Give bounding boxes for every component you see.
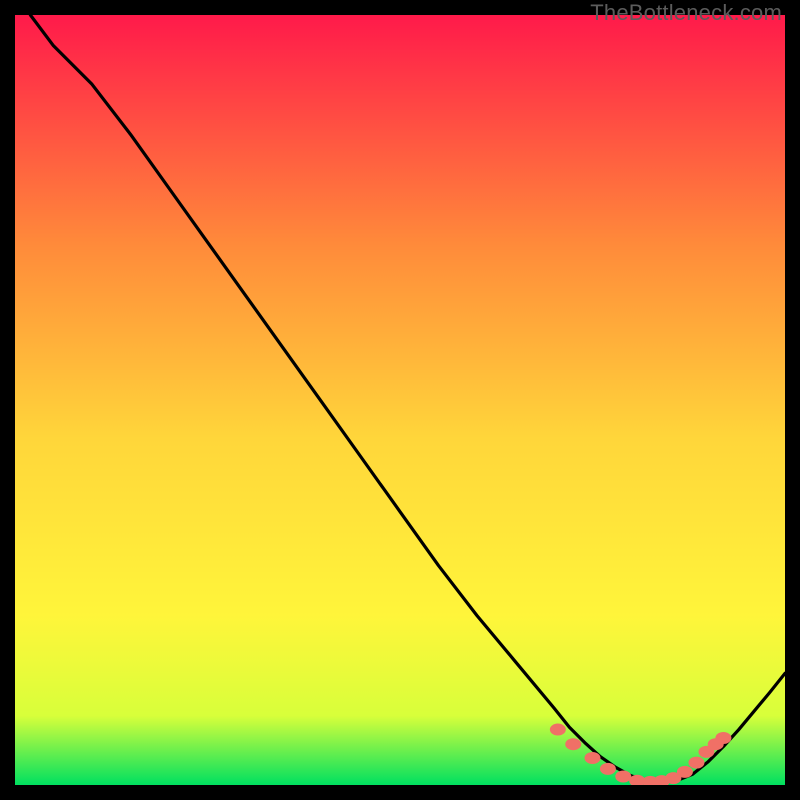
data-marker [615, 771, 631, 783]
data-marker [715, 732, 731, 744]
data-marker [600, 763, 616, 775]
plot-area [15, 15, 785, 785]
gradient-background [15, 15, 785, 785]
data-marker [550, 724, 566, 736]
data-marker [585, 752, 601, 764]
watermark-text: TheBottleneck.com [590, 0, 782, 26]
data-marker [565, 738, 581, 750]
data-marker [688, 757, 704, 769]
chart-svg [15, 15, 785, 785]
chart-frame: TheBottleneck.com [0, 0, 800, 800]
data-marker [677, 766, 693, 778]
